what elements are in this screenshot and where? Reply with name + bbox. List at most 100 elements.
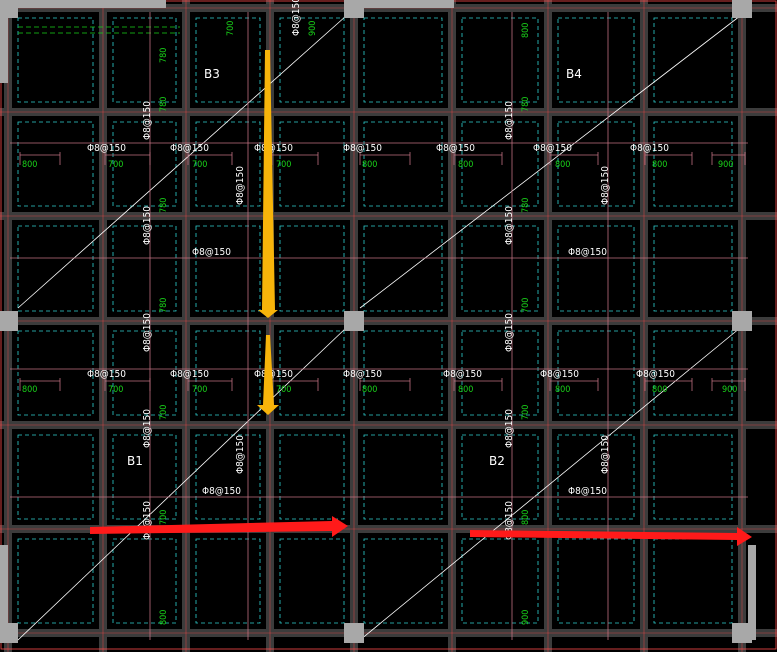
stirrup-cell	[557, 17, 635, 103]
dimension-label: 800	[652, 160, 667, 170]
column	[344, 0, 364, 18]
stirrup-cell	[195, 225, 261, 312]
slab-label-b2: B2	[489, 454, 505, 468]
rebar-label: Φ8@150	[291, 0, 302, 36]
wall-segment	[18, 0, 166, 8]
rebar-label: Φ8@150	[504, 313, 515, 352]
stirrup-cell	[653, 17, 733, 103]
rebar-label: Φ8@150	[630, 143, 669, 154]
dimension-label: 780	[159, 298, 169, 313]
rebar-label: Φ8@150	[202, 486, 241, 497]
dimension-label: 780	[521, 97, 531, 112]
rebar-label: Φ8@150	[504, 206, 515, 245]
dimension-label: 700	[226, 21, 236, 36]
dimension-label: 700	[521, 405, 531, 420]
dimension-label: 700	[159, 405, 169, 420]
dimension-label: 700	[276, 160, 291, 170]
rebar-label: Φ8@150	[192, 247, 231, 258]
rebar-label: Φ8@150	[568, 247, 607, 258]
stirrup-cell	[17, 17, 94, 103]
column	[732, 0, 752, 18]
stirrup-cell	[363, 538, 443, 624]
wall-segment	[748, 545, 756, 640]
grid-line-layer	[0, 0, 777, 652]
column	[344, 623, 364, 643]
dimension-label: 780	[159, 97, 169, 112]
rebar-label: Φ8@150	[254, 143, 293, 154]
dimension-label: 800	[362, 385, 377, 395]
dimension-label: 700	[521, 298, 531, 313]
rebar-label: Φ8@150	[343, 369, 382, 380]
dimension-label: 800	[521, 510, 531, 525]
stirrup-cell	[557, 434, 635, 520]
rebar-label: Φ8@150	[142, 313, 153, 352]
stirrup-cell	[195, 434, 261, 520]
wall-segment	[0, 545, 8, 640]
rebar-label: Φ8@150	[142, 409, 153, 448]
dimension-label: 700	[108, 160, 123, 170]
rebar-label: Φ8@150	[142, 101, 153, 140]
rebar-label: Φ8@150	[254, 369, 293, 380]
rebar-label: Φ8@150	[504, 101, 515, 140]
rebar-line-layer	[10, 12, 748, 640]
rebar-label: Φ8@150	[568, 486, 607, 497]
dimension-label: 800	[362, 160, 377, 170]
rebar-label: Φ8@150	[436, 143, 475, 154]
dimension-label: 800	[458, 160, 473, 170]
wall-segment	[364, 0, 454, 8]
dimension-label: 800	[22, 385, 37, 395]
column	[0, 0, 18, 18]
rebar-label: Φ8@150	[142, 206, 153, 245]
dimension-label: 800	[159, 610, 169, 625]
stirrup-cell	[363, 17, 443, 103]
rebar-label: Φ8@150	[540, 369, 579, 380]
dimension-label: 700	[192, 385, 207, 395]
dimension-label: 700	[159, 510, 169, 525]
stirrup-cell	[363, 225, 443, 312]
slab-label-b1: B1	[127, 454, 143, 468]
rebar-label: Φ8@150	[87, 369, 126, 380]
stirrup-cell	[557, 538, 635, 624]
dimension-label: 700	[108, 385, 123, 395]
stirrup-cell	[653, 225, 733, 312]
slab-label-b4: B4	[566, 67, 582, 81]
dimension-label: 900	[722, 385, 737, 395]
slab-label-b3: B3	[204, 67, 220, 81]
stirrup-cell	[557, 225, 635, 312]
stirrup-cell	[279, 538, 345, 624]
rebar-label: Φ8@150	[235, 166, 246, 205]
beam-layer	[0, 0, 777, 652]
stirrup-cell	[17, 538, 94, 624]
column	[0, 311, 18, 331]
rebar-label: Φ8@150	[600, 435, 611, 474]
dimension-label: 900	[308, 21, 318, 36]
dimension-label: 780	[521, 198, 531, 213]
dimension-label: 800	[22, 160, 37, 170]
rebar-label: Φ8@150	[504, 409, 515, 448]
rebar-label: Φ8@150	[170, 143, 209, 154]
column	[344, 311, 364, 331]
rebar-label: Φ8@150	[142, 501, 153, 540]
rebar-label: Φ8@150	[600, 166, 611, 205]
rebar-label: Φ8@150	[636, 369, 675, 380]
dimension-label: 900	[521, 610, 531, 625]
dimension-label: 700	[192, 160, 207, 170]
dimension-label: 800	[458, 385, 473, 395]
rebar-label: Φ8@150	[87, 143, 126, 154]
stirrup-cell	[461, 434, 539, 520]
stirrup-cell	[17, 434, 94, 520]
stirrup-cell	[17, 330, 94, 416]
dimension-label: 800	[555, 385, 570, 395]
rebar-label: Φ8@150	[533, 143, 572, 154]
stirrup-cell	[363, 434, 443, 520]
rebar-label: Φ8@150	[343, 143, 382, 154]
cad-drawing-canvas: B3 B4 B1 B2 Φ8@150 Φ8@150 Φ8@150 Φ8@150 …	[0, 0, 777, 652]
stirrup-cell	[279, 225, 345, 312]
stirrup-cell	[279, 434, 345, 520]
dimension-label: 800	[555, 160, 570, 170]
dimension-label: 900	[718, 160, 733, 170]
dimension-label: 800	[521, 23, 531, 38]
dimension-label: 800	[652, 385, 667, 395]
stirrup-cell	[653, 538, 733, 624]
stirrup-cell	[653, 434, 733, 520]
